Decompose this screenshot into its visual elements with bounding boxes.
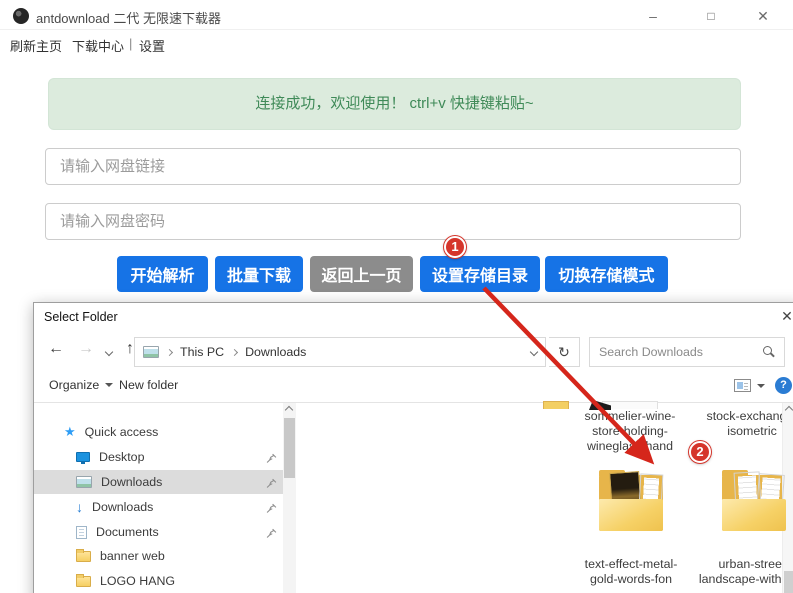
cutoff-folder-icon <box>543 401 569 409</box>
nav-back-icon[interactable]: ← <box>48 340 64 358</box>
pin-icon <box>266 451 277 469</box>
screen: antdownload 二代 无限速下载器 – □ ✕ 刷新主页 下载中心 | … <box>0 0 793 593</box>
annotation-step-1: 1 <box>444 236 466 258</box>
menu-settings[interactable]: 设置 <box>139 36 165 55</box>
dialog-title: Select Folder <box>44 310 118 324</box>
folder-icon-urban-street[interactable] <box>715 467 793 537</box>
nav-up-icon[interactable]: ↑ <box>126 340 134 358</box>
switch-storage-mode-button[interactable]: 切换存储模式 <box>545 256 668 292</box>
caret-down-icon <box>105 383 114 387</box>
address-dropdown-icon[interactable] <box>529 347 539 357</box>
nav-history-chevron-icon[interactable] <box>104 347 114 357</box>
breadcrumb-this-pc[interactable]: This PC <box>180 345 224 359</box>
pan-password-input[interactable] <box>45 203 741 240</box>
file-list-scrollbar[interactable] <box>782 403 793 593</box>
file-item-stock-exchange[interactable]: stock-exchange-isometric <box>692 409 793 439</box>
menu-separator: | <box>129 36 133 51</box>
dialog-close-icon[interactable]: ✕ <box>776 308 793 326</box>
pin-icon <box>266 476 277 494</box>
sidebar-scrollbar[interactable] <box>283 403 296 593</box>
document-icon <box>76 525 87 539</box>
folder-icon <box>76 548 91 562</box>
annotation-step-2: 2 <box>689 441 711 463</box>
file-label-text-effect[interactable]: text-effect-metal-gold-words-fon <box>571 557 691 587</box>
sidebar-item-banner-web[interactable]: banner web <box>34 544 283 568</box>
search-box[interactable]: Search Downloads <box>589 337 785 367</box>
select-folder-dialog: Select Folder ✕ ← → ↑ This PC Downloads … <box>33 302 793 593</box>
refresh-button[interactable]: ↻ <box>549 337 580 367</box>
menu-refresh-home[interactable]: 刷新主页 <box>10 36 62 55</box>
dialog-toolbar: Organize New folder ? <box>34 369 793 403</box>
quick-access-star-icon: ★ <box>64 424 76 439</box>
scrollbar-thumb[interactable] <box>284 418 295 478</box>
maximize-button[interactable]: □ <box>696 6 726 26</box>
sidebar-item-quick-access[interactable]: ★ Quick access <box>34 420 283 444</box>
sidebar-item-logo-hang[interactable]: LOGO HANG <box>34 569 283 593</box>
sidebar-item-documents[interactable]: Documents <box>34 520 283 544</box>
main-titlebar: antdownload 二代 无限速下载器 – □ ✕ <box>0 0 793 30</box>
breadcrumb-chevron-icon <box>231 348 239 356</box>
scrollbar-up-icon[interactable] <box>284 405 294 415</box>
downloads-folder-icon <box>76 476 92 488</box>
success-banner: 连接成功，欢迎使用！ ctrl+v 快捷键粘贴~ <box>48 78 741 130</box>
download-arrow-icon: ↓ <box>76 499 83 515</box>
back-page-button[interactable]: 返回上一页 <box>310 256 413 292</box>
sidebar-item-desktop[interactable]: Desktop <box>34 445 283 469</box>
scrollbar-up-icon[interactable] <box>784 405 793 415</box>
app-title: antdownload 二代 无限速下载器 <box>36 11 221 26</box>
view-mode-icon[interactable] <box>734 379 751 392</box>
menu-download-center[interactable]: 下载中心 <box>72 36 124 55</box>
view-mode-caret-icon[interactable] <box>757 384 765 388</box>
breadcrumb-downloads[interactable]: Downloads <box>245 345 306 359</box>
close-button[interactable]: ✕ <box>748 6 778 26</box>
desktop-icon <box>76 452 90 464</box>
batch-download-button[interactable]: 批量下载 <box>215 256 303 292</box>
menubar: 刷新主页 下载中心 | 设置 <box>0 31 793 57</box>
file-list: sommelier-wine-store-holding-wineglass-h… <box>296 400 793 593</box>
app-icon <box>13 8 29 24</box>
this-pc-icon <box>143 346 159 358</box>
help-icon[interactable]: ? <box>775 377 792 394</box>
folder-icon-text-effect[interactable] <box>592 467 670 537</box>
pan-link-input[interactable] <box>45 148 741 185</box>
breadcrumb-chevron-icon <box>165 348 174 356</box>
pin-icon <box>266 526 277 544</box>
folder-icon <box>76 573 91 587</box>
navigation-bar: ← → ↑ This PC Downloads ↻ Search Downloa… <box>34 333 793 369</box>
pin-icon <box>266 501 277 519</box>
navigation-pane: ★ Quick access Desktop Downloads ↓ Downl… <box>34 403 283 593</box>
sidebar-item-downloads-selected[interactable]: Downloads <box>34 470 283 494</box>
new-folder-button[interactable]: New folder <box>119 378 178 392</box>
sidebar-item-downloads[interactable]: ↓ Downloads <box>34 495 283 519</box>
nav-forward-icon[interactable]: → <box>78 340 94 358</box>
address-bar[interactable]: This PC Downloads <box>134 337 546 367</box>
file-label-urban-street[interactable]: urban-street-landscape-with-cros <box>694 557 793 587</box>
search-icon[interactable] <box>763 346 775 358</box>
scrollbar-thumb[interactable] <box>784 571 793 593</box>
organize-button[interactable]: Organize <box>49 378 114 392</box>
set-storage-dir-button[interactable]: 设置存储目录 <box>420 256 540 292</box>
search-placeholder: Search Downloads <box>599 345 704 359</box>
start-parse-button[interactable]: 开始解析 <box>117 256 208 292</box>
minimize-button[interactable]: – <box>638 6 668 26</box>
file-item-sommelier[interactable]: sommelier-wine-store-holding-wineglass-h… <box>570 409 690 454</box>
